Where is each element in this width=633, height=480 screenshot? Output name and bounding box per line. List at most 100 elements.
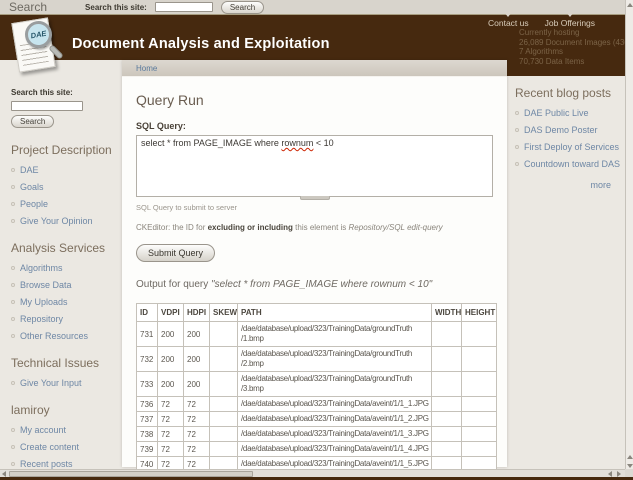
textarea-resize-grippie[interactable] <box>299 196 330 200</box>
cell-id: 732 <box>136 346 158 372</box>
hosting-stat-line: Currently hosting <box>519 28 580 37</box>
bullet-icon <box>11 185 15 189</box>
sidebar-item-repository[interactable]: Repository <box>11 313 116 325</box>
sidebar-item-label: My account <box>20 425 67 435</box>
sidebar-item-people[interactable]: People <box>11 198 116 210</box>
topbar-search-input[interactable] <box>154 2 213 12</box>
blog-item-das-demo-poster[interactable]: DAS Demo Poster <box>515 124 621 136</box>
sidebar-item-algorithms[interactable]: Algorithms <box>11 262 116 274</box>
blog-item-label: First Deploy of Services <box>524 142 620 152</box>
sidebar-item-dae[interactable]: DAE <box>11 164 116 176</box>
sidebar-item-label: Give Your Input <box>20 378 82 388</box>
left-sidebar: Search this site: Search Project Descrip… <box>0 60 122 480</box>
cell-width <box>431 441 462 457</box>
cell-width <box>431 346 462 372</box>
bullet-icon <box>11 445 15 449</box>
cell-hdpi: 200 <box>183 346 210 372</box>
bullet-icon <box>11 168 15 172</box>
cell-path: /dae/database/upload/323/TrainingData/av… <box>237 441 432 457</box>
blog-item-dae-public-live[interactable]: DAE Public Live <box>515 107 621 119</box>
header-nav: Contact us Job Offerings <box>488 12 596 28</box>
sidebar-item-my-uploads[interactable]: My Uploads <box>11 296 116 308</box>
table-row: 732 200 200/dae/database/upload/323/Traini… <box>136 346 497 372</box>
cell-id: 731 <box>136 321 158 347</box>
nav-label: Job Offerings <box>544 18 596 28</box>
cell-height <box>461 426 497 442</box>
cell-hdpi: 200 <box>183 371 210 397</box>
scroll-up-icon[interactable] <box>627 455 633 459</box>
cell-width <box>431 411 462 427</box>
blog-item-countdown-toward-das[interactable]: Countdown toward DAS <box>515 158 621 170</box>
cell-vdpi: 200 <box>157 346 184 372</box>
sidebar-item-my-account[interactable]: My account <box>11 424 116 436</box>
ckeditor-note: CKEditor: the ID for excluding or includ… <box>136 223 493 232</box>
sidebar-item-label: Create content <box>20 442 80 452</box>
table-row: 731 200 200/dae/database/upload/323/Traini… <box>136 321 497 347</box>
cell-path: /dae/database/upload/323/TrainingData/gr… <box>237 371 432 397</box>
hosting-stat-line: 7 Algorithms <box>519 47 564 56</box>
cell-width <box>431 426 462 442</box>
sql-text-misspelled: rownum <box>281 138 314 148</box>
sql-text-before: select * from PAGE_IMAGE where <box>141 138 282 148</box>
cell-height <box>461 346 497 372</box>
ckeditor-note-link[interactable]: excluding or including <box>208 223 293 232</box>
cell-height <box>461 441 497 457</box>
vertical-scrollbar[interactable] <box>625 0 633 477</box>
bullet-icon <box>11 300 15 304</box>
bullet-icon <box>11 283 15 287</box>
header-nav-job-offerings[interactable]: Job Offerings <box>544 12 596 28</box>
main-area: Query Run SQL Query: select * from PAGE_… <box>122 92 507 480</box>
cell-height <box>461 396 497 412</box>
hosting-stats: Currently hosting 26,089 Document Images … <box>519 28 625 66</box>
submit-query-button[interactable]: Submit Query <box>136 244 216 262</box>
cell-hdpi: 200 <box>183 321 210 347</box>
output-query-text: "select * from PAGE_IMAGE where rownum <… <box>211 279 433 290</box>
scroll-down-icon[interactable] <box>627 464 633 468</box>
sidebar-item-give-your-input[interactable]: Give Your Input <box>11 377 116 389</box>
cell-width <box>431 371 462 397</box>
blog-more-link[interactable]: more <box>515 180 611 190</box>
cell-width <box>431 396 462 412</box>
bullet-icon <box>11 462 15 466</box>
blog-items: DAE Public Live DAS Demo Poster First Depl… <box>515 107 621 170</box>
topbar-search-button[interactable]: Search <box>220 0 265 14</box>
sidebar-item-label: My Uploads <box>20 297 68 307</box>
table-row: 736 72 72/dae/database/upload/323/Training… <box>136 396 497 412</box>
table-row: 737 72 72/dae/database/upload/323/Training… <box>136 411 497 427</box>
bullet-icon <box>515 111 519 115</box>
table-row: 738 72 72/dae/database/upload/323/Training… <box>136 426 497 442</box>
topbar-search-title: Search <box>9 0 48 14</box>
nav-label: Contact us <box>488 18 529 28</box>
triangle-down-icon <box>504 12 513 17</box>
sidebar-search-button[interactable]: Search <box>11 115 55 128</box>
sql-query-textarea[interactable]: select * from PAGE_IMAGE where rownum < … <box>136 135 493 197</box>
column-header-vdpi: VDPI <box>157 303 184 322</box>
column-header-id: ID <box>136 303 158 322</box>
cell-hdpi: 72 <box>183 396 210 412</box>
sidebar-item-give-your-opinion[interactable]: Give Your Opinion <box>11 215 116 227</box>
sidebar-item-create-content[interactable]: Create content <box>11 441 116 453</box>
sidebar-item-label: People <box>20 199 49 209</box>
cell-vdpi: 200 <box>157 321 184 347</box>
cell-height <box>461 411 497 427</box>
breadcrumb-home-link[interactable]: Home <box>136 64 157 73</box>
logo-text: DAE <box>29 28 48 41</box>
horizontal-scrollbar[interactable] <box>0 469 625 477</box>
site-title: Document Analysis and Exploitation <box>72 36 330 52</box>
sidebar-item-browse-data[interactable]: Browse Data <box>11 279 116 291</box>
sidebar-search-input[interactable] <box>11 101 83 111</box>
sidebar-section-title-technical-issues: Technical Issues <box>11 356 100 370</box>
cell-skew <box>209 396 238 412</box>
bullet-icon <box>11 266 15 270</box>
sql-query-label: SQL Query: <box>136 121 186 131</box>
scroll-up-icon[interactable] <box>627 3 633 7</box>
cell-vdpi: 72 <box>157 426 184 442</box>
header-nav-contact-us[interactable]: Contact us <box>488 12 529 28</box>
sidebar-section-title-lamiroy: lamiroy <box>11 403 50 417</box>
sidebar-item-goals[interactable]: Goals <box>11 181 116 193</box>
cell-hdpi: 72 <box>183 441 210 457</box>
blog-item-first-deploy-of-services[interactable]: First Deploy of Services <box>515 141 621 153</box>
right-sidebar: Recent blog posts DAE Public Live DAS Dem… <box>507 76 625 190</box>
query-result-table: ID VDPI HDPI SKEW PATH WIDTH HEIGHT 731 200 200/… <box>136 303 497 480</box>
sidebar-item-other-resources[interactable]: Other Resources <box>11 330 116 342</box>
